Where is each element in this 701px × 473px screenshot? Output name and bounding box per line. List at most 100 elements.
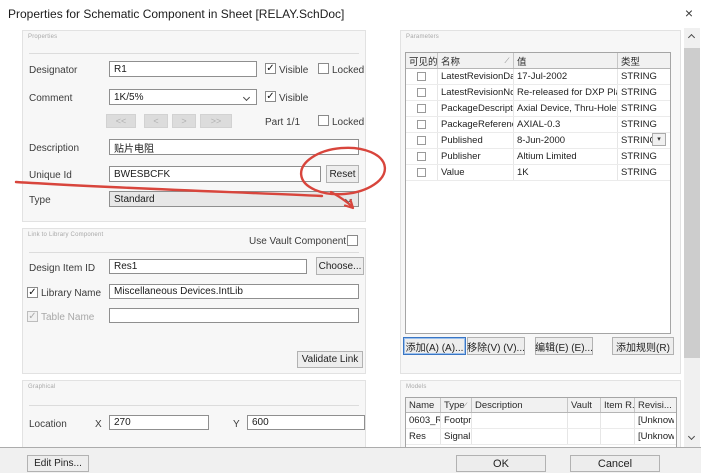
model-description <box>472 429 568 444</box>
cell-value: AXIAL-0.3 <box>514 117 618 132</box>
validate-link-button[interactable]: Validate Link <box>297 351 363 368</box>
cell-value: 8-Jun-2000 <box>514 133 618 148</box>
col-visible[interactable]: 可见的 <box>406 53 438 68</box>
model-name: Res <box>406 429 441 444</box>
col-model-type[interactable]: Type∕ <box>441 398 472 412</box>
table-name-checkbox[interactable] <box>27 311 38 322</box>
divider <box>29 405 359 406</box>
model-item <box>601 429 635 444</box>
col-type[interactable]: 类型 <box>618 53 670 68</box>
remove-parameter-button[interactable]: 移除(V) (V)... <box>467 337 525 355</box>
edit-pins-button[interactable]: Edit Pins... <box>27 455 89 472</box>
cell-value: 17-Jul-2002 <box>514 69 618 84</box>
parameter-row[interactable]: Published 8-Jun-2000 STRING <box>406 133 670 149</box>
cell-name: Published <box>438 133 514 148</box>
part-locked-checkbox[interactable] <box>318 115 329 126</box>
library-name-input[interactable]: Miscellaneous Devices.IntLib <box>109 284 359 299</box>
add-rule-button[interactable]: 添加规则(R) <box>612 337 674 355</box>
col-model-name[interactable]: Name <box>406 398 441 412</box>
model-description <box>472 413 568 428</box>
edit-parameter-button[interactable]: 编辑(E) (E)... <box>535 337 593 355</box>
col-name[interactable]: 名称∕ <box>438 53 514 68</box>
scroll-up-icon[interactable] <box>688 34 695 41</box>
designator-visible-checkbox[interactable] <box>265 63 276 74</box>
parameters-header-row[interactable]: 可见的 名称∕ 值 类型 <box>406 53 670 69</box>
library-name-label: Library Name <box>41 288 101 299</box>
row-visible-checkbox[interactable] <box>417 168 426 177</box>
comment-combobox[interactable]: 1K/5% <box>109 89 257 105</box>
vertical-scrollbar[interactable] <box>684 28 700 447</box>
chevron-down-icon[interactable] <box>345 196 352 203</box>
design-item-id-input[interactable]: Res1 <box>109 259 307 274</box>
sort-ascending-icon: ∕ <box>465 401 468 410</box>
comment-value: 1K/5% <box>114 92 143 103</box>
part-count-label: Part 1/1 <box>265 117 300 128</box>
part-prev-button[interactable]: < <box>144 114 168 128</box>
close-icon[interactable]: × <box>679 3 699 23</box>
row-visible-checkbox[interactable] <box>417 88 426 97</box>
cell-visible <box>406 101 438 116</box>
parameter-row[interactable]: Value 1K STRING <box>406 165 670 181</box>
row-visible-checkbox[interactable] <box>417 136 426 145</box>
add-parameter-button[interactable]: 添加(A) (A)... <box>403 337 466 355</box>
properties-group: Properties Designator R1 Visible Locked … <box>22 30 366 222</box>
model-vault <box>568 413 601 428</box>
location-y-input[interactable]: 600 <box>247 415 365 430</box>
models-header-row[interactable]: Name Type∕ Description Vault Item R... R… <box>406 398 676 413</box>
location-x-label: X <box>95 419 102 430</box>
cell-name: PackageReference <box>438 117 514 132</box>
row-visible-checkbox[interactable] <box>417 152 426 161</box>
parameter-row[interactable]: Publisher Altium Limited STRING <box>406 149 670 165</box>
parameter-row[interactable]: PackageReference AXIAL-0.3 STRING <box>406 117 670 133</box>
col-name-label: 名称 <box>441 54 460 68</box>
choose-button[interactable]: Choose... <box>316 257 364 275</box>
parameter-row[interactable]: PackageDescription Axial Device, Thru-Ho… <box>406 101 670 117</box>
model-row[interactable]: 0603_R▾ Footprin [Unknow <box>406 413 676 429</box>
unique-id-label: Unique Id <box>29 170 72 181</box>
row-visible-checkbox[interactable] <box>417 104 426 113</box>
type-combobox[interactable]: Standard <box>109 191 359 207</box>
window-title: Properties for Schematic Component in Sh… <box>8 7 344 21</box>
comment-visible-checkbox[interactable] <box>265 91 276 102</box>
chevron-down-icon[interactable] <box>243 94 250 101</box>
designator-locked-checkbox[interactable] <box>318 63 329 74</box>
design-item-id-label: Design Item ID <box>29 263 95 274</box>
col-model-revision[interactable]: Revisi... <box>635 398 674 412</box>
col-model-vault[interactable]: Vault <box>568 398 601 412</box>
ok-button[interactable]: OK <box>456 455 546 472</box>
scrollbar-thumb[interactable] <box>684 48 700 358</box>
part-first-button[interactable]: << <box>106 114 136 128</box>
row-visible-checkbox[interactable] <box>417 120 426 129</box>
model-name-combobox[interactable]: 0603_R▾ <box>406 413 441 428</box>
col-model-item[interactable]: Item R... <box>601 398 635 412</box>
scroll-down-icon[interactable] <box>688 433 695 440</box>
cancel-button[interactable]: Cancel <box>570 455 660 472</box>
unique-id-input[interactable]: BWESBCFK <box>109 166 321 182</box>
col-value[interactable]: 值 <box>514 53 618 68</box>
cell-name: LatestRevisionDate <box>438 69 514 84</box>
parameter-row[interactable]: LatestRevisionDate 17-Jul-2002 STRING <box>406 69 670 85</box>
divider <box>29 53 359 54</box>
reset-button[interactable]: Reset <box>326 165 359 183</box>
parameter-row[interactable]: LatestRevisionNote Re-released for DXP P… <box>406 85 670 101</box>
library-name-checkbox[interactable] <box>27 287 38 298</box>
description-input[interactable]: 贴片电阻 <box>109 139 359 155</box>
description-label: Description <box>29 143 79 154</box>
col-model-description[interactable]: Description <box>472 398 568 412</box>
graphical-group-label: Graphical <box>28 384 55 390</box>
part-next-button[interactable]: > <box>172 114 196 128</box>
designator-input[interactable]: R1 <box>109 61 257 77</box>
cell-visible <box>406 165 438 180</box>
part-last-button[interactable]: >> <box>200 114 232 128</box>
model-row[interactable]: Res Signal In [Unknow <box>406 429 676 445</box>
cell-value: 1K <box>514 165 618 180</box>
parameters-table: 可见的 名称∕ 值 类型 LatestRevisionDate 17-Jul-2… <box>405 52 671 334</box>
use-vault-checkbox[interactable] <box>347 235 358 246</box>
model-type: Footprin <box>441 413 472 428</box>
location-x-input[interactable]: 270 <box>109 415 209 430</box>
part-locked-label: Locked <box>332 117 364 128</box>
row-visible-checkbox[interactable] <box>417 72 426 81</box>
published-type-dropdown-icon[interactable]: ▾ <box>652 133 666 146</box>
designator-label: Designator <box>29 65 77 76</box>
table-name-input[interactable] <box>109 308 359 323</box>
